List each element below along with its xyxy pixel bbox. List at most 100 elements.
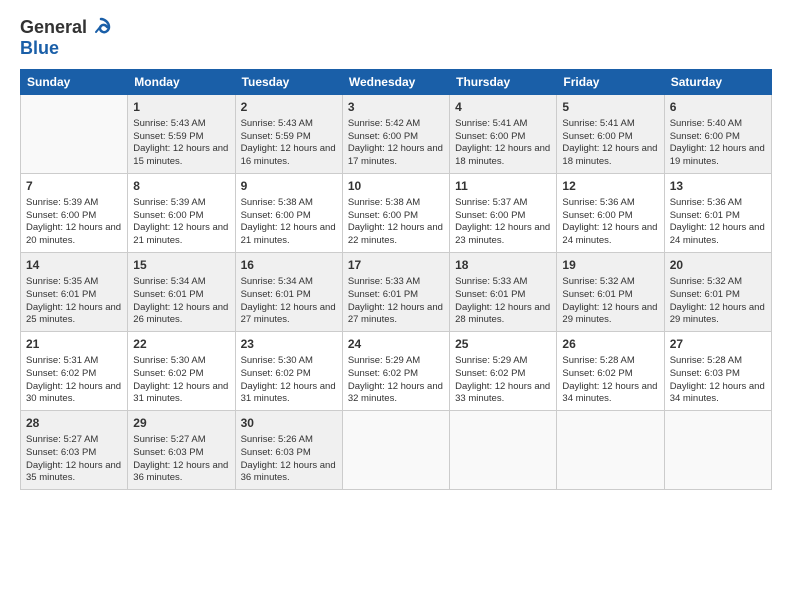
day-info: Sunrise: 5:41 AMSunset: 6:00 PMDaylight:… bbox=[455, 118, 551, 169]
calendar-cell: 29 Sunrise: 5:27 AMSunset: 6:03 PMDayligh… bbox=[128, 411, 235, 490]
calendar-header-monday: Monday bbox=[128, 70, 235, 95]
calendar-header-sunday: Sunday bbox=[21, 70, 128, 95]
day-info: Sunrise: 5:39 AMSunset: 6:00 PMDaylight:… bbox=[26, 197, 122, 248]
day-info: Sunrise: 5:38 AMSunset: 6:00 PMDaylight:… bbox=[241, 197, 337, 248]
calendar-cell: 23 Sunrise: 5:30 AMSunset: 6:02 PMDayligh… bbox=[235, 332, 342, 411]
day-info: Sunrise: 5:32 AMSunset: 6:01 PMDaylight:… bbox=[670, 276, 766, 327]
calendar-header-friday: Friday bbox=[557, 70, 664, 95]
calendar-cell bbox=[664, 411, 771, 490]
day-info: Sunrise: 5:43 AMSunset: 5:59 PMDaylight:… bbox=[241, 118, 337, 169]
calendar-cell: 22 Sunrise: 5:30 AMSunset: 6:02 PMDayligh… bbox=[128, 332, 235, 411]
calendar-cell: 9 Sunrise: 5:38 AMSunset: 6:00 PMDaylight… bbox=[235, 174, 342, 253]
day-info: Sunrise: 5:28 AMSunset: 6:02 PMDaylight:… bbox=[562, 355, 658, 406]
calendar-header-saturday: Saturday bbox=[664, 70, 771, 95]
day-info: Sunrise: 5:39 AMSunset: 6:00 PMDaylight:… bbox=[133, 197, 229, 248]
calendar-cell: 12 Sunrise: 5:36 AMSunset: 6:00 PMDayligh… bbox=[557, 174, 664, 253]
day-number: 6 bbox=[670, 99, 766, 116]
calendar-cell: 19 Sunrise: 5:32 AMSunset: 6:01 PMDayligh… bbox=[557, 253, 664, 332]
day-number: 3 bbox=[348, 99, 444, 116]
day-info: Sunrise: 5:29 AMSunset: 6:02 PMDaylight:… bbox=[348, 355, 444, 406]
day-info: Sunrise: 5:32 AMSunset: 6:01 PMDaylight:… bbox=[562, 276, 658, 327]
day-info: Sunrise: 5:33 AMSunset: 6:01 PMDaylight:… bbox=[348, 276, 444, 327]
day-number: 19 bbox=[562, 257, 658, 274]
calendar-cell: 1Sunrise: 5:43 AMSunset: 5:59 PMDaylight… bbox=[128, 95, 235, 174]
day-info: Sunrise: 5:36 AMSunset: 6:00 PMDaylight:… bbox=[562, 197, 658, 248]
calendar-header-wednesday: Wednesday bbox=[342, 70, 449, 95]
calendar-table: SundayMondayTuesdayWednesdayThursdayFrid… bbox=[20, 69, 772, 490]
calendar-cell: 28 Sunrise: 5:27 AMSunset: 6:03 PMDayligh… bbox=[21, 411, 128, 490]
logo-blue-text: Blue bbox=[20, 38, 59, 59]
day-number: 17 bbox=[348, 257, 444, 274]
calendar-cell: 6 Sunrise: 5:40 AMSunset: 6:00 PMDaylight… bbox=[664, 95, 771, 174]
calendar-cell: 11 Sunrise: 5:37 AMSunset: 6:00 PMDayligh… bbox=[450, 174, 557, 253]
day-number: 18 bbox=[455, 257, 551, 274]
calendar-week-row: 1 Sunrise: 5:43 AMSunset: 5:59 PMDaylight… bbox=[21, 95, 772, 174]
calendar-header-tuesday: Tuesday bbox=[235, 70, 342, 95]
calendar-cell bbox=[450, 411, 557, 490]
day-number: 23 bbox=[241, 336, 337, 353]
day-number: 13 bbox=[670, 178, 766, 195]
day-info: Sunrise: 5:30 AMSunset: 6:02 PMDaylight:… bbox=[241, 355, 337, 406]
calendar-cell: 24 Sunrise: 5:29 AMSunset: 6:02 PMDayligh… bbox=[342, 332, 449, 411]
day-number: 21 bbox=[26, 336, 122, 353]
day-number: 11 bbox=[455, 178, 551, 195]
calendar-cell: 15Sunrise: 5:34 AMSunset: 6:01 PMDayligh… bbox=[128, 253, 235, 332]
day-number: 16 bbox=[241, 257, 337, 274]
calendar-cell: 4 Sunrise: 5:41 AMSunset: 6:00 PMDaylight… bbox=[450, 95, 557, 174]
calendar-week-row: 14 Sunrise: 5:35 AMSunset: 6:01 PMDayligh… bbox=[21, 253, 772, 332]
day-number: 8 bbox=[133, 178, 229, 195]
header: General Blue bbox=[20, 16, 772, 59]
calendar-week-row: 21 Sunrise: 5:31 AMSunset: 6:02 PMDayligh… bbox=[21, 332, 772, 411]
calendar-cell: 18 Sunrise: 5:33 AMSunset: 6:01 PMDayligh… bbox=[450, 253, 557, 332]
day-number: 5 bbox=[562, 99, 658, 116]
day-info: Sunrise: 5:37 AMSunset: 6:00 PMDaylight:… bbox=[455, 197, 551, 248]
day-info: Sunrise: 5:29 AMSunset: 6:02 PMDaylight:… bbox=[455, 355, 551, 406]
calendar-cell bbox=[342, 411, 449, 490]
day-number: 12 bbox=[562, 178, 658, 195]
day-info: Sunrise: 5:27 AMSunset: 6:03 PMDaylight:… bbox=[133, 434, 229, 485]
day-info: Sunrise: 5:33 AMSunset: 6:01 PMDaylight:… bbox=[455, 276, 551, 327]
day-info: Sunrise: 5:36 AMSunset: 6:01 PMDaylight:… bbox=[670, 197, 766, 248]
day-info: Sunrise: 5:35 AMSunset: 6:01 PMDaylight:… bbox=[26, 276, 122, 327]
logo: General Blue bbox=[20, 16, 112, 59]
day-info: Sunrise: 5:34 AMSunset: 6:01 PMDaylight:… bbox=[241, 276, 337, 327]
day-number: 27 bbox=[670, 336, 766, 353]
day-number: 7 bbox=[26, 178, 122, 195]
page: General Blue SundayMondayTuesdayWednesda… bbox=[0, 0, 792, 612]
day-number: 14 bbox=[26, 257, 122, 274]
day-number: 1 bbox=[133, 99, 229, 116]
day-number: 4 bbox=[455, 99, 551, 116]
logo-bird-icon bbox=[90, 16, 112, 38]
day-number: 9 bbox=[241, 178, 337, 195]
day-number: 26 bbox=[562, 336, 658, 353]
day-info: Sunrise: 5:30 AMSunset: 6:02 PMDaylight:… bbox=[133, 355, 229, 406]
calendar-cell bbox=[21, 95, 128, 174]
day-number: 30 bbox=[241, 415, 337, 432]
calendar-cell: 17 Sunrise: 5:33 AMSunset: 6:01 PMDayligh… bbox=[342, 253, 449, 332]
day-info: Sunrise: 5:27 AMSunset: 6:03 PMDaylight:… bbox=[26, 434, 122, 485]
day-number: 24 bbox=[348, 336, 444, 353]
day-info: Sunrise: 5:28 AMSunset: 6:03 PMDaylight:… bbox=[670, 355, 766, 406]
day-info: Sunrise: 5:40 AMSunset: 6:00 PMDaylight:… bbox=[670, 118, 766, 169]
calendar-header-thursday: Thursday bbox=[450, 70, 557, 95]
day-number: 29 bbox=[133, 415, 229, 432]
calendar-header-row: SundayMondayTuesdayWednesdayThursdayFrid… bbox=[21, 70, 772, 95]
day-number: 22 bbox=[133, 336, 229, 353]
day-number: 25 bbox=[455, 336, 551, 353]
calendar-cell: 5Sunrise: 5:41 AMSunset: 6:00 PMDaylight… bbox=[557, 95, 664, 174]
calendar-week-row: 7 Sunrise: 5:39 AMSunset: 6:00 PMDaylight… bbox=[21, 174, 772, 253]
day-info: Sunrise: 5:42 AMSunset: 6:00 PMDaylight:… bbox=[348, 118, 444, 169]
calendar-cell: 16 Sunrise: 5:34 AMSunset: 6:01 PMDayligh… bbox=[235, 253, 342, 332]
calendar-cell: 20Sunrise: 5:32 AMSunset: 6:01 PMDayligh… bbox=[664, 253, 771, 332]
day-info: Sunrise: 5:34 AMSunset: 6:01 PMDaylight:… bbox=[133, 276, 229, 327]
day-number: 10 bbox=[348, 178, 444, 195]
calendar-week-row: 28 Sunrise: 5:27 AMSunset: 6:03 PMDayligh… bbox=[21, 411, 772, 490]
calendar-cell: 27 Sunrise: 5:28 AMSunset: 6:03 PMDayligh… bbox=[664, 332, 771, 411]
calendar-cell: 10Sunrise: 5:38 AMSunset: 6:00 PMDayligh… bbox=[342, 174, 449, 253]
day-info: Sunrise: 5:31 AMSunset: 6:02 PMDaylight:… bbox=[26, 355, 122, 406]
calendar-cell: 8 Sunrise: 5:39 AMSunset: 6:00 PMDaylight… bbox=[128, 174, 235, 253]
day-number: 28 bbox=[26, 415, 122, 432]
calendar-cell: 13 Sunrise: 5:36 AMSunset: 6:01 PMDayligh… bbox=[664, 174, 771, 253]
calendar-cell: 25 Sunrise: 5:29 AMSunset: 6:02 PMDayligh… bbox=[450, 332, 557, 411]
calendar-cell: 7 Sunrise: 5:39 AMSunset: 6:00 PMDaylight… bbox=[21, 174, 128, 253]
